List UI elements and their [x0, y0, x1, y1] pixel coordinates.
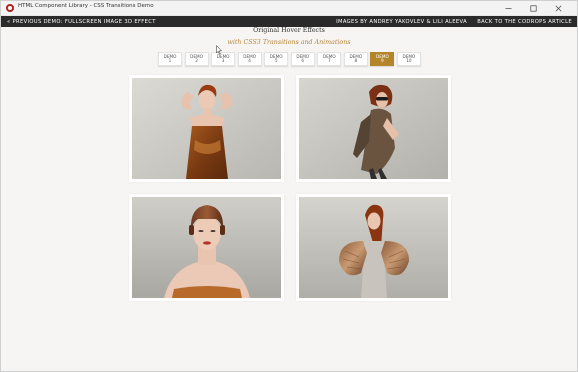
demo-button-7[interactable]: DEMO 7 — [317, 52, 342, 66]
page-title: Original Hover Effects — [253, 27, 325, 34]
previous-demo-link[interactable]: « Previous Demo: Fullscreen Image 3D Eff… — [7, 19, 156, 25]
maximize-icon[interactable] — [521, 1, 546, 15]
demo-button-number: 5 — [274, 58, 278, 64]
back-to-article-link[interactable]: Back to the Codrops Article — [477, 19, 572, 25]
demo-button-8[interactable]: DEMO 8 — [343, 52, 368, 66]
demo-button-number: 7 — [327, 58, 331, 64]
codrops-top-bar: « Previous Demo: Fullscreen Image 3D Eff… — [1, 16, 577, 27]
gallery-item-1[interactable] — [129, 75, 284, 182]
window-title: HTML Component Library - CSS Transitions… — [18, 3, 154, 9]
demo-button-number: 6 — [301, 58, 305, 64]
demo-button-number: 4 — [248, 58, 251, 64]
photo-model-leather-cap — [132, 197, 281, 298]
demo-button-2[interactable]: DEMO 2 — [184, 52, 209, 66]
photo-model-sunglasses — [299, 78, 448, 179]
demo-button-6[interactable]: DEMO 6 — [290, 52, 315, 66]
demo-button-number: 3 — [221, 58, 225, 64]
image-credits-link[interactable]: Images by Andrey Yakovlev & Lili Aleeva — [336, 19, 467, 25]
gallery-item-2[interactable] — [296, 75, 451, 182]
window-controls — [496, 1, 571, 15]
photo-model-fur-stole — [299, 197, 448, 298]
demo-button-number: 1 — [168, 58, 172, 64]
gallery-item-3[interactable] — [129, 194, 284, 301]
close-icon[interactable] — [546, 1, 571, 15]
minimize-icon[interactable] — [496, 1, 521, 15]
demo-button-number: 9 — [381, 58, 384, 64]
window-titlebar: HTML Component Library - CSS Transitions… — [1, 1, 577, 16]
photo-model-hands-on-head — [132, 78, 281, 179]
mouse-cursor-icon — [216, 45, 222, 55]
demo-button-4[interactable]: DEMO 4 — [237, 52, 262, 66]
demo-navigation: DEMO 1 DEMO 2 DEMO 3 DEMO 4 DEMO 5 DEMO 6 DEMO… — [158, 52, 423, 67]
demo-button-1[interactable]: DEMO 1 — [158, 52, 182, 66]
page-subtitle: with CSS3 Transitions and Animations — [227, 39, 351, 46]
browser-window: HTML Component Library - CSS Transitions… — [0, 0, 578, 372]
demo-button-number: 2 — [195, 58, 198, 64]
demo-button-9-active[interactable]: DEMO 9 — [370, 52, 395, 66]
app-icon — [6, 4, 14, 12]
demo-button-number: 8 — [354, 58, 358, 64]
demo-button-5[interactable]: DEMO 5 — [264, 52, 289, 66]
demo-button-3[interactable]: DEMO 3 — [211, 52, 236, 66]
demo-button-10[interactable]: DEMO 10 — [396, 52, 421, 66]
demo-button-number: 10 — [406, 58, 412, 64]
gallery-item-4[interactable] — [296, 194, 451, 301]
